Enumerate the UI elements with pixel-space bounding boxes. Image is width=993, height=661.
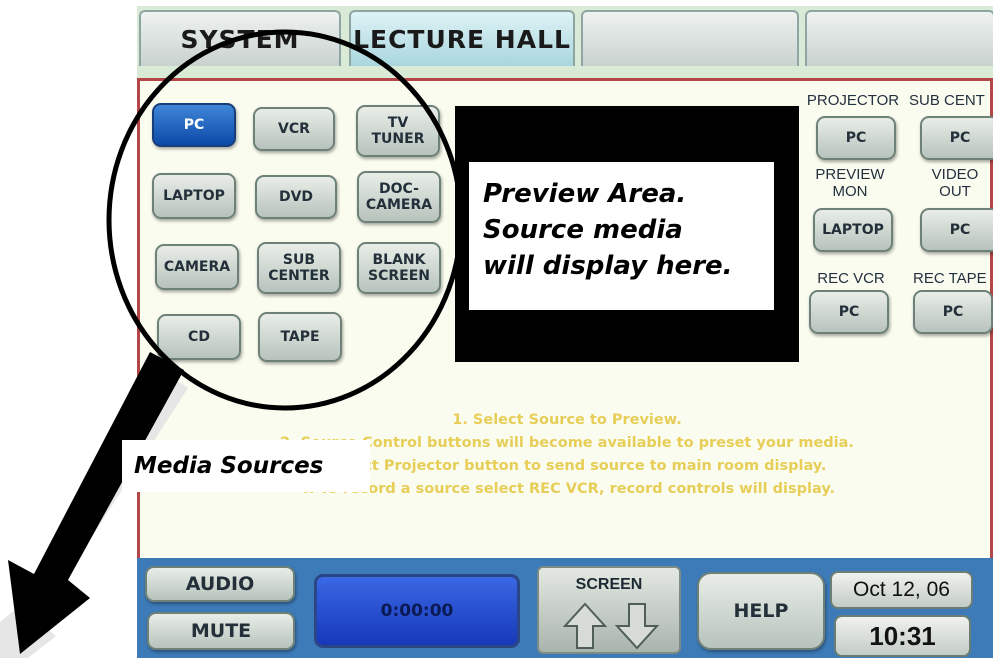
media-sources-callout: Media Sources bbox=[122, 440, 370, 492]
preview-area-callout: Preview Area. Source media will display … bbox=[469, 162, 774, 310]
highlight-circle bbox=[106, 29, 464, 411]
pointer-arrow-icon bbox=[8, 352, 184, 654]
